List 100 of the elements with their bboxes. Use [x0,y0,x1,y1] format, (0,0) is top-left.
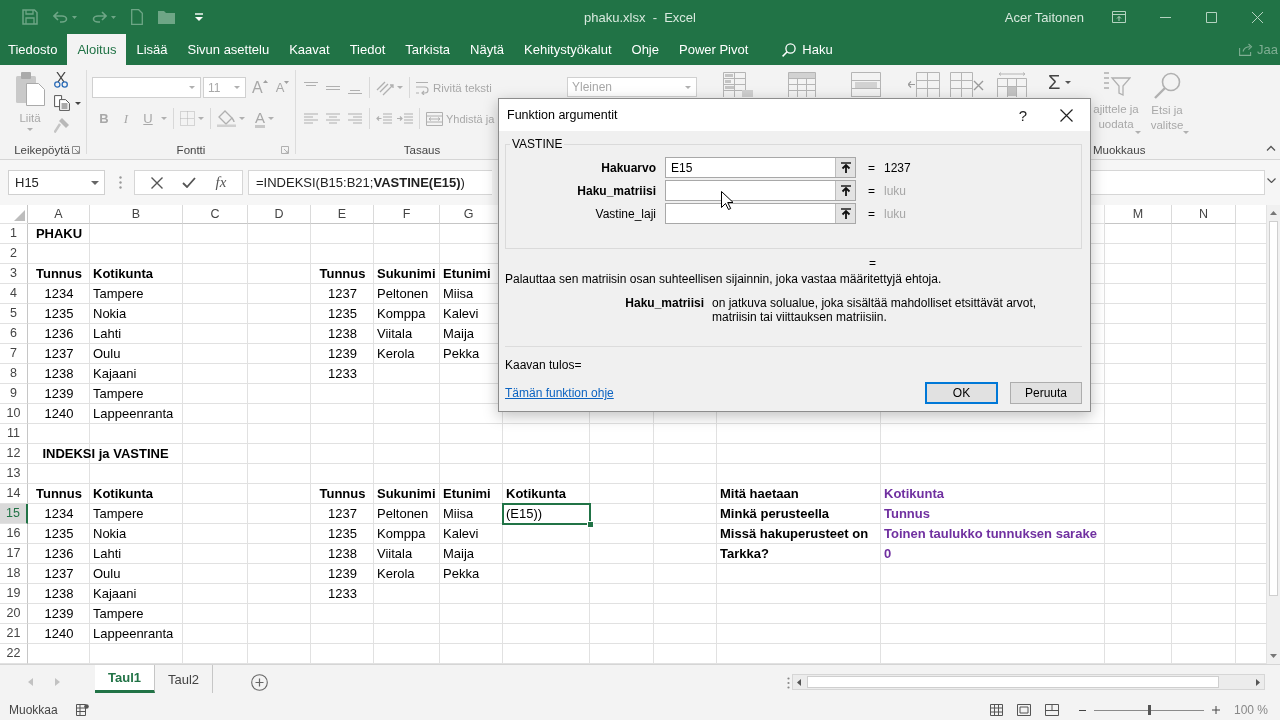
argument-field[interactable] [665,203,856,224]
scrollbar-thumb[interactable] [807,676,1219,688]
page-break-view-icon[interactable] [1044,704,1059,716]
ribbon-tab[interactable]: Tarkista [395,34,461,65]
caret-icon[interactable] [1065,80,1072,84]
ribbon-tab[interactable]: Aloitus [67,34,127,65]
argument-field[interactable] [665,180,856,201]
collapse-button[interactable] [835,158,855,177]
user-name[interactable]: Acer Taitonen [1004,9,1084,25]
page-view-icon[interactable] [1016,704,1031,716]
shaded-grid-icon[interactable] [851,72,881,97]
caret-icon[interactable] [91,180,99,185]
column-header[interactable]: E [311,205,374,224]
horizontal-scrollbar[interactable] [792,674,1265,690]
column-header[interactable]: M [1105,205,1172,224]
chevron-down-icon[interactable] [1267,178,1276,183]
ribbon-tab[interactable]: Sivun asettelu [177,34,280,65]
ribbon-tab[interactable]: Tiedosto [0,34,68,65]
column-header[interactable]: A [28,205,90,224]
font-name-dropdown[interactable] [92,77,201,98]
align-right-icon[interactable] [347,112,363,125]
argument-field[interactable]: E15 [665,157,856,178]
vertical-scrollbar[interactable] [1266,205,1280,664]
paint-bucket-icon[interactable] [217,110,236,127]
ribbon-tab[interactable]: Ohje [621,34,669,65]
ribbon-tab[interactable]: Lisää [126,34,178,65]
redo-icon[interactable] [92,11,107,23]
collapse-button[interactable] [835,204,855,223]
column-header[interactable]: C [183,205,248,224]
column-header[interactable]: F [374,205,440,224]
column-header[interactable]: B [90,205,183,224]
increase-indent-icon[interactable] [397,112,413,125]
select-all-icon[interactable] [14,210,25,221]
cancel-icon[interactable] [150,176,163,189]
sheet-record-icon[interactable] [75,704,89,716]
ribbon-tab[interactable]: Power Pivot [669,34,759,65]
scrollbar-thumb[interactable] [1269,221,1278,596]
chevron-up-icon[interactable] [1266,145,1276,151]
insert-rows-icon[interactable] [908,72,940,97]
row-number[interactable]: 15 [0,504,28,524]
dialog-launcher-icon[interactable] [281,145,289,154]
copy-icon[interactable] [54,95,70,111]
dialog-launcher-icon[interactable] [72,145,80,154]
folder-icon[interactable] [158,10,175,24]
align-left-icon[interactable] [303,112,319,125]
help-link[interactable]: Tämän funktion ohje [505,386,614,400]
check-icon[interactable] [182,177,197,188]
column-header[interactable]: D [248,205,311,224]
angled-text-icon[interactable] [376,79,394,96]
scroll-up-icon[interactable] [1270,211,1277,215]
scroll-right-icon[interactable] [1256,678,1260,686]
triangle-right-icon[interactable] [55,678,60,686]
name-box[interactable]: H15 [8,170,105,195]
maximize-icon[interactable] [1205,11,1217,23]
column-width-icon[interactable] [997,72,1027,97]
minus-icon[interactable] [1078,709,1086,711]
close-icon[interactable] [1060,108,1073,122]
borders-icon[interactable] [180,111,195,126]
ribbon-tab[interactable]: Tiedot [339,34,396,65]
collapse-button[interactable] [835,181,855,200]
save-icon[interactable] [22,9,38,25]
share-icon[interactable] [1239,43,1254,56]
bar-grid-icon[interactable] [723,72,753,97]
formula-field[interactable]: =INDEKSI(B15:B21;VASTINE(E15)) [248,170,492,195]
ribbon-tab[interactable]: Näytä [460,34,515,65]
undo-icon[interactable] [53,11,68,23]
paintbrush-icon[interactable] [54,118,69,133]
grid-view-icon[interactable] [989,704,1003,716]
search-icon[interactable] [782,42,797,57]
align-center-icon[interactable] [325,112,341,125]
column-header[interactable]: N [1172,205,1236,224]
scroll-down-icon[interactable] [1270,654,1277,658]
vertical-dots-icon[interactable] [787,677,790,689]
scroll-left-icon[interactable] [797,678,801,686]
help-button[interactable]: ? [1018,106,1027,124]
dialog-button[interactable]: OK [925,382,998,404]
decrease-indent-icon[interactable] [376,112,392,125]
new-document-icon[interactable] [131,9,143,25]
dialog-button[interactable]: Peruuta [1010,382,1082,404]
autosum-button[interactable]: Σ [1048,72,1072,92]
vertical-dots-icon[interactable] [119,176,122,189]
table-grid-icon[interactable] [788,72,816,97]
insert-function-button[interactable]: fx [215,174,227,191]
scissors-icon[interactable] [54,72,68,88]
add-sheet-icon[interactable] [251,674,269,691]
ribbon-tab[interactable]: Kehitystyökalut [514,34,622,65]
triangle-left-icon[interactable] [28,678,33,686]
active-cell[interactable]: (E15)) [503,504,590,524]
sheet-tab[interactable]: Taul1 [95,665,155,693]
caret-icon[interactable] [75,101,81,105]
slider-thumb[interactable] [1147,704,1151,715]
customize-menu-icon[interactable] [195,13,203,21]
delete-rows-icon[interactable] [950,72,984,97]
search-button[interactable]: Haku [772,34,843,65]
fill-handle[interactable] [587,521,594,528]
plus-icon[interactable] [1211,706,1220,714]
ribbon-display-icon[interactable] [1112,11,1126,23]
ribbon-tab[interactable]: Kaavat [279,34,340,65]
sheet-tab[interactable]: Taul2 [155,665,214,693]
minimize-icon[interactable] [1159,16,1171,18]
